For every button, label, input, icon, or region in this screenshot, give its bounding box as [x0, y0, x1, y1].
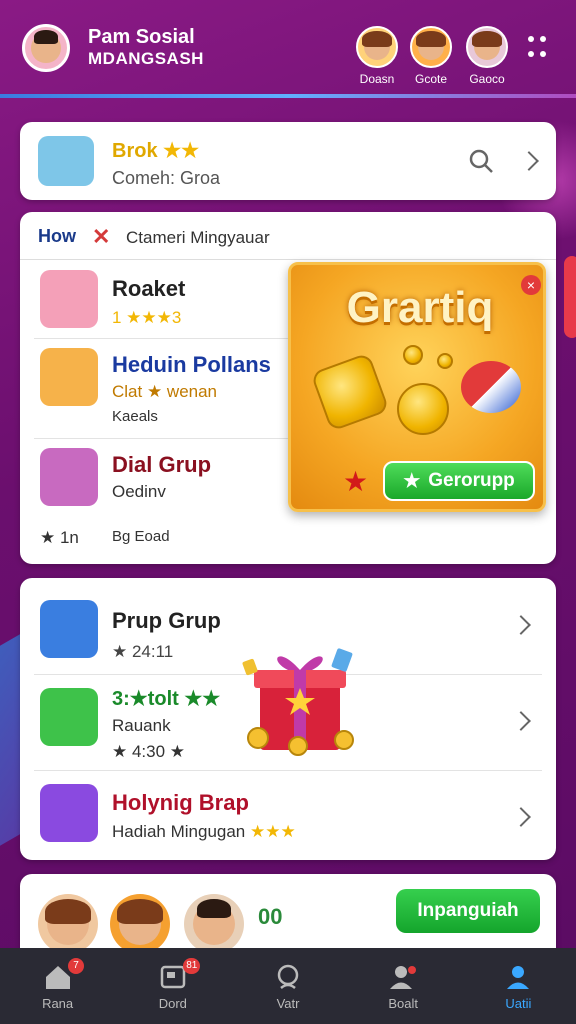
header-divider	[0, 94, 576, 98]
join-button[interactable]: Inpanguiah	[396, 889, 540, 933]
row-avatar	[40, 600, 98, 658]
nav-label: Dord	[158, 995, 187, 1011]
tab-how[interactable]: How	[38, 226, 76, 247]
search-icon[interactable]	[468, 148, 494, 174]
hat-icon	[461, 361, 521, 413]
profile-icon	[507, 965, 530, 989]
friend-avatar-1[interactable]	[356, 26, 398, 68]
divider	[34, 770, 542, 771]
title-line-1: Pam Sosial	[88, 26, 195, 48]
close-icon[interactable]: ✕	[92, 224, 110, 250]
join-group-button[interactable]: ★ Gerorupp	[383, 461, 535, 501]
chevron-right-icon[interactable]	[511, 711, 531, 731]
row-avatar	[40, 270, 98, 328]
row-title[interactable]: Roaket	[112, 276, 185, 302]
divider	[34, 438, 290, 439]
coin-icon	[403, 345, 423, 365]
gift-box-icon	[242, 648, 354, 756]
row-subtitle: Oedinv	[112, 482, 166, 501]
row-avatar	[40, 348, 98, 406]
divider	[34, 338, 290, 339]
friend-avatar-2[interactable]	[410, 26, 452, 68]
friend-avatar[interactable]	[184, 894, 244, 954]
friend-label-3: Gaoco	[469, 72, 505, 86]
friend-avatar-3[interactable]	[466, 26, 508, 68]
row-subtitle-2: ★ 4:30 ★	[112, 742, 186, 761]
title-line-2: MDANGSASH	[88, 49, 204, 68]
nav-label: Rana	[42, 995, 74, 1011]
row-avatar	[40, 688, 98, 746]
nav-item-vatr[interactable]: Vatr	[230, 948, 345, 1024]
chevron-right-icon[interactable]	[519, 151, 539, 171]
page-title: Pam Sosial MDANGSASH	[88, 26, 204, 70]
row-subtitle-2: Kaeals	[112, 408, 158, 425]
row-avatar	[40, 784, 98, 842]
reward-popup: Grartiq × ★ ★ Gerorupp	[288, 262, 546, 512]
search-card-title: Brok ★★	[112, 140, 199, 162]
popup-title: Grartiq	[346, 283, 494, 332]
search-card-subtitle: Comeh: Groa	[112, 168, 221, 188]
friend-avatar[interactable]	[110, 894, 170, 954]
row-subtitle: Clat ★ wenan	[112, 382, 218, 401]
chevron-right-icon[interactable]	[511, 807, 531, 827]
coin-icon	[397, 383, 449, 435]
friend-avatar[interactable]	[38, 894, 98, 954]
nav-item-profile[interactable]: Uatii	[461, 948, 576, 1024]
row-subtitle: ★ 24:11	[112, 642, 174, 661]
nav-item-dord[interactable]: 81 Dord	[115, 948, 230, 1024]
coin-icon	[437, 353, 453, 369]
nav-item-home[interactable]: 7 Rana	[0, 948, 115, 1024]
nav-item-boalt[interactable]: Boalt	[346, 948, 461, 1024]
menu-dots-icon[interactable]	[528, 36, 548, 62]
nav-label: Boalt	[388, 995, 419, 1011]
row-subtitle: 1 ★★★3	[112, 308, 182, 327]
app-header: Pam Sosial MDANGSASH Doasn Gcote Gaoco	[0, 0, 576, 98]
friend-label-2: Gcote	[414, 72, 447, 86]
friends-icon	[390, 965, 417, 989]
user-avatar[interactable]	[22, 24, 70, 72]
row-title[interactable]: Prup Grup	[112, 608, 221, 634]
row-title[interactable]: Dial Grup	[112, 452, 211, 478]
notification-badge: 7	[68, 958, 84, 974]
row-title[interactable]: Heduin Pollans	[112, 352, 271, 378]
filter-text[interactable]: Ctameri Mingyauar	[126, 228, 270, 248]
popup-close-icon[interactable]: ×	[521, 275, 541, 295]
row-avatar	[40, 448, 98, 506]
row-title[interactable]: Holynig Brap	[112, 790, 249, 816]
nav-label: Vatr	[276, 995, 300, 1011]
side-tab[interactable]	[564, 256, 576, 338]
chevron-right-icon[interactable]	[511, 615, 531, 635]
bottom-nav: 7 Rana 81 Dord Vatr Boalt Uatii	[0, 948, 576, 1024]
footer-text: Bg Eoad	[112, 528, 170, 545]
search-nav-icon	[277, 964, 299, 989]
row-title[interactable]: 3:★tolt ★★	[112, 686, 220, 711]
footer-count: ★ 1n	[40, 528, 79, 547]
ticket-icon	[310, 352, 390, 432]
row-subtitle: Rauank	[112, 716, 171, 735]
filter-bar: How ✕ Ctameri Mingyauar	[20, 212, 556, 260]
search-card-avatar	[38, 136, 94, 186]
notification-badge: 81	[183, 958, 201, 974]
row-subtitle: Hadiah Mingugan ★★★	[112, 822, 296, 841]
star-badge-icon: ★	[343, 466, 369, 497]
friend-label-1: Doasn	[359, 72, 395, 86]
friend-count: 00	[258, 904, 283, 929]
nav-label: Uatii	[505, 995, 532, 1011]
